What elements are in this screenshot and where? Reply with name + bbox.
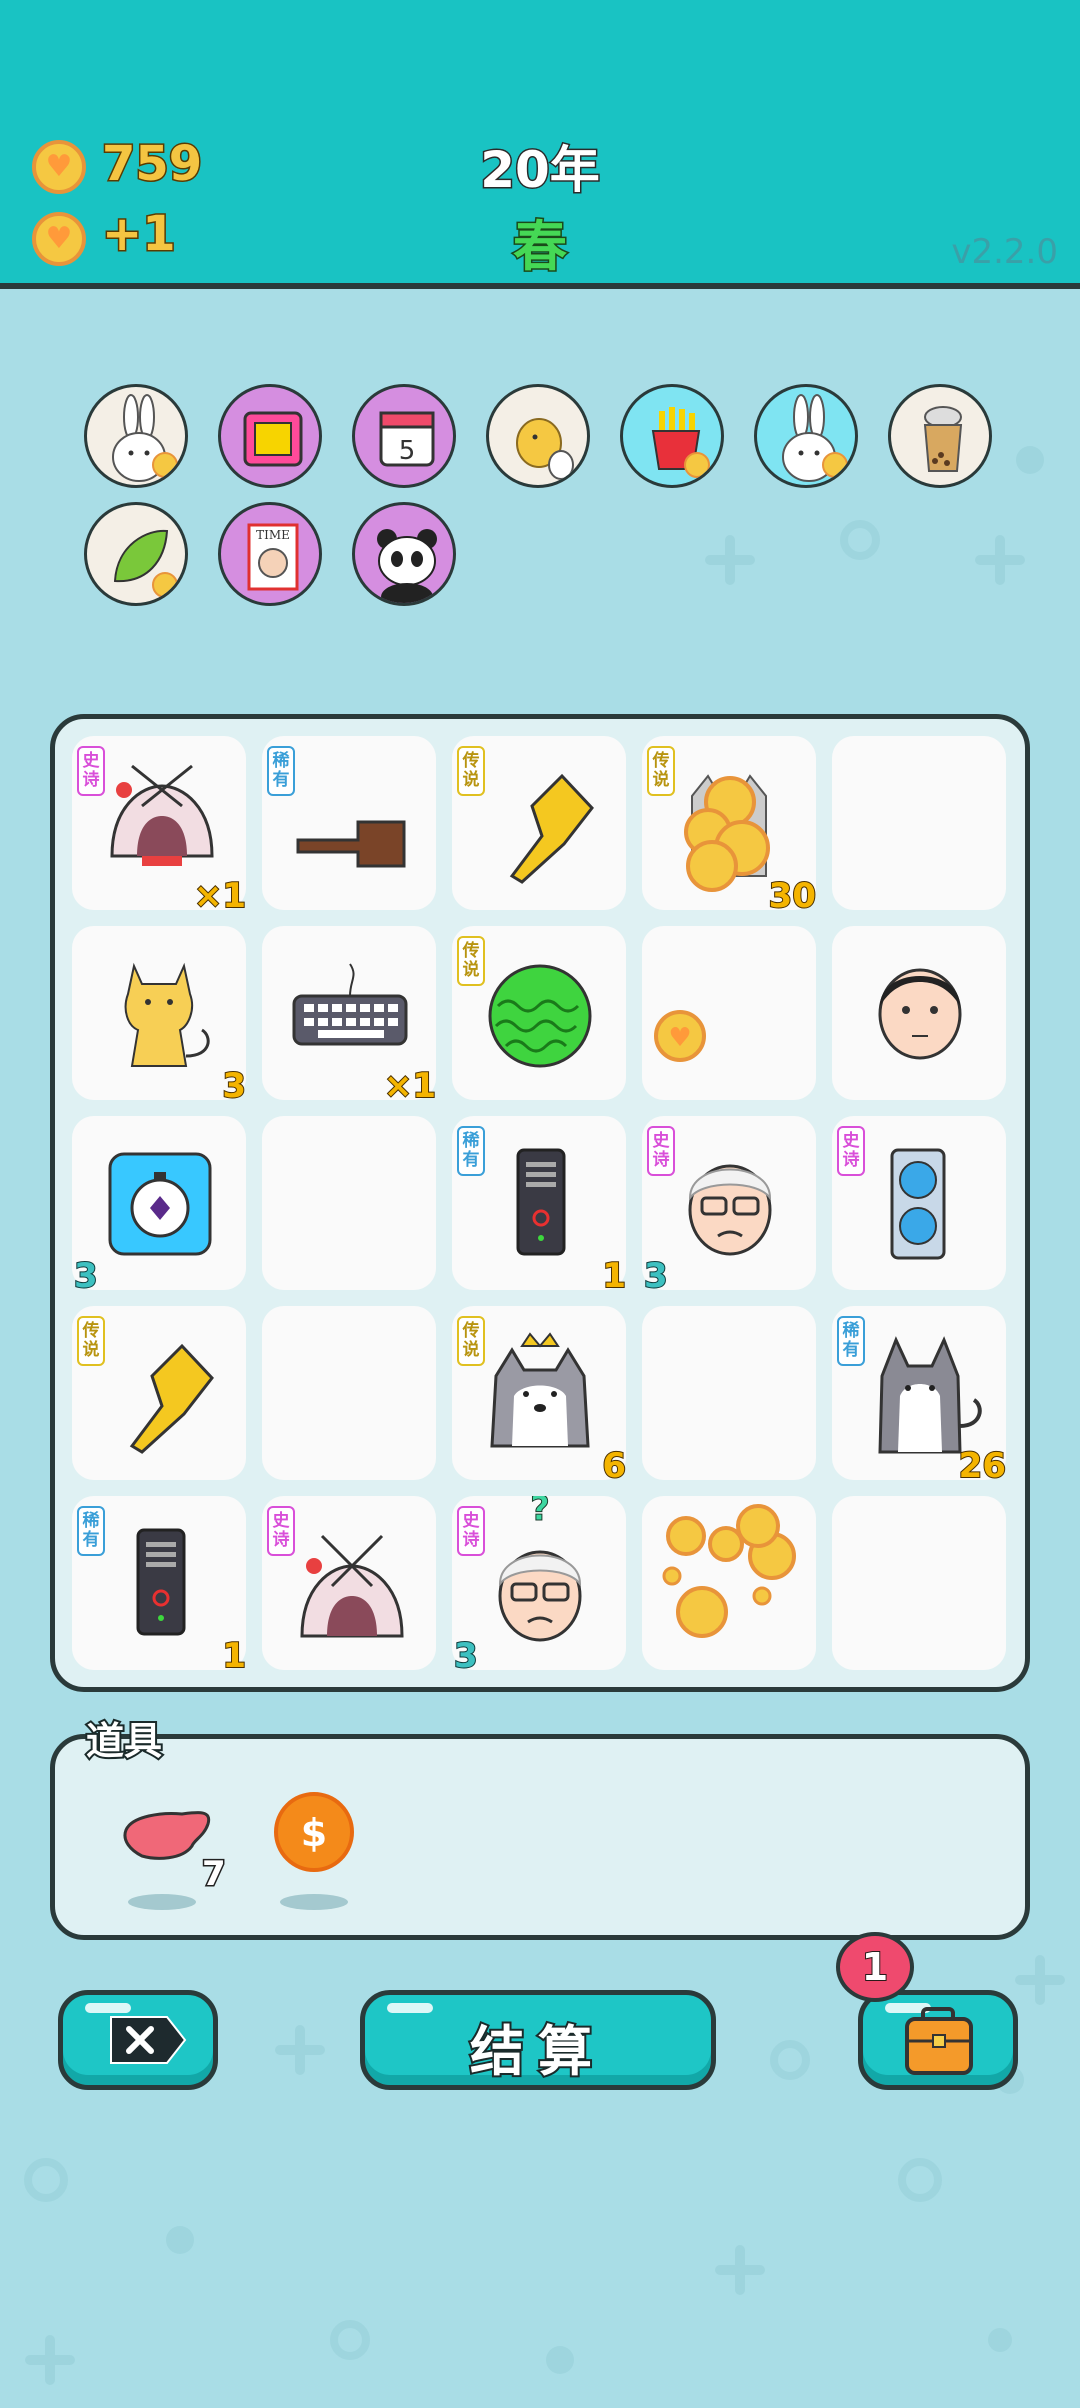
board-cell[interactable]: 3 bbox=[72, 926, 247, 1107]
man-face-icon bbox=[878, 968, 962, 1060]
board-cell[interactable]: 传说 6 bbox=[452, 1306, 627, 1487]
rarity-tag: 稀有 bbox=[77, 1506, 105, 1556]
board-cell-empty[interactable] bbox=[262, 1306, 436, 1480]
bag-badge: 1 bbox=[836, 1932, 914, 2002]
prop-dollar-coin[interactable]: $ bbox=[264, 1790, 364, 1910]
props-title: 道具 bbox=[84, 1717, 164, 1765]
rarity-tag: 传说 bbox=[457, 746, 485, 796]
item-count: 3 bbox=[643, 1255, 669, 1297]
grandpa-icon bbox=[498, 1550, 582, 1642]
leaf-icon bbox=[113, 529, 178, 598]
character-fries[interactable] bbox=[620, 384, 724, 488]
board-cell-empty[interactable] bbox=[642, 1306, 816, 1480]
stopwatch-icon bbox=[108, 1152, 212, 1256]
close-tag-icon bbox=[110, 2016, 187, 2064]
question-mark: ? bbox=[530, 1496, 550, 1529]
rarity-tag: 传说 bbox=[457, 1316, 485, 1366]
prop-count: 7 bbox=[201, 1853, 228, 1896]
time-label: TIME bbox=[256, 528, 290, 542]
board-cell[interactable]: 稀有 1 bbox=[452, 1116, 627, 1297]
calendar-day: 5 bbox=[399, 436, 416, 466]
coin-total: 759 bbox=[100, 135, 203, 194]
fries-icon bbox=[651, 407, 710, 478]
character-leaf[interactable] bbox=[84, 502, 188, 606]
board-cell[interactable]: 传说 bbox=[452, 736, 626, 910]
board-cell[interactable]: 史诗 3 bbox=[642, 1116, 816, 1297]
board-cell[interactable]: 3 bbox=[72, 1116, 246, 1297]
bunny-icon bbox=[112, 394, 178, 482]
bag-button[interactable] bbox=[858, 1990, 1018, 2090]
character-bunny[interactable] bbox=[84, 384, 188, 488]
heart-coin-icon bbox=[32, 212, 86, 266]
heart-coin-icon bbox=[32, 140, 86, 194]
item-count: 6 bbox=[601, 1445, 627, 1487]
coin-icon: ♥ bbox=[654, 1010, 706, 1062]
version-label: v2.2.0 bbox=[951, 232, 1058, 272]
character-tv[interactable] bbox=[218, 384, 322, 488]
board-cell[interactable]: 传说 30 bbox=[642, 736, 817, 917]
cat-icon bbox=[124, 962, 210, 1067]
board-cell[interactable]: ♥ bbox=[642, 926, 816, 1100]
year-label: 20年 bbox=[479, 140, 602, 201]
board-cell[interactable]: 传说 bbox=[452, 926, 626, 1100]
rarity-tag: 稀有 bbox=[457, 1126, 485, 1176]
rarity-tag: 传说 bbox=[457, 936, 485, 986]
character-bunny-2[interactable] bbox=[754, 384, 858, 488]
item-count: 1 bbox=[221, 1635, 247, 1677]
board-cell[interactable]: 史诗 bbox=[832, 1116, 1006, 1290]
board-cell[interactable] bbox=[832, 926, 1006, 1100]
character-calendar[interactable]: 5 bbox=[352, 384, 456, 488]
coin-income: +1 bbox=[101, 205, 178, 264]
board-cell[interactable]: 稀有 bbox=[262, 736, 436, 910]
settle-label: 结算 bbox=[468, 2018, 606, 2085]
settle-button[interactable]: 结算 bbox=[360, 1990, 716, 2090]
chick-egg-icon bbox=[516, 418, 574, 480]
rarity-tag: 史诗 bbox=[647, 1126, 675, 1176]
svg-text:♥: ♥ bbox=[668, 1023, 691, 1053]
item-count: 3 bbox=[453, 1635, 479, 1677]
item-count: 30 bbox=[768, 875, 817, 917]
svg-text:$: $ bbox=[301, 1811, 327, 1855]
panda-icon bbox=[377, 529, 437, 603]
coin-pile-icon bbox=[662, 1504, 796, 1638]
rarity-tag: 稀有 bbox=[837, 1316, 865, 1366]
top-bar: 759 +1 20年 春 v2.2.0 bbox=[0, 0, 1080, 289]
item-count: 3 bbox=[73, 1255, 99, 1297]
item-count: ×1 bbox=[383, 1065, 437, 1107]
item-count: 1 bbox=[601, 1255, 627, 1297]
item-count: ×1 bbox=[193, 875, 247, 917]
board-cell[interactable]: 史诗 ×1 bbox=[72, 736, 247, 917]
bunny-icon bbox=[782, 394, 848, 482]
item-count: 26 bbox=[958, 1445, 1007, 1487]
character-time-magazine[interactable]: TIME bbox=[218, 502, 322, 606]
rarity-tag: 史诗 bbox=[267, 1506, 295, 1556]
board-cell-empty[interactable] bbox=[262, 1116, 436, 1290]
rarity-tag: 史诗 bbox=[457, 1506, 485, 1556]
rarity-tag: 史诗 bbox=[77, 746, 105, 796]
tv-icon bbox=[243, 411, 303, 467]
rarity-tag: 稀有 bbox=[267, 746, 295, 796]
board-cell-empty[interactable] bbox=[832, 1496, 1006, 1670]
board-cell[interactable]: 传说 bbox=[72, 1306, 246, 1480]
dollar-coin-icon: $ bbox=[274, 1792, 354, 1910]
board-cell[interactable]: ×1 bbox=[262, 926, 437, 1107]
board-cell[interactable]: ? 史诗 3 bbox=[452, 1496, 626, 1677]
milk-tea-icon bbox=[923, 406, 963, 472]
board-cell[interactable] bbox=[642, 1496, 816, 1670]
rarity-tag: 传说 bbox=[647, 746, 675, 796]
prop-liver[interactable]: 7 bbox=[112, 1790, 232, 1910]
board-cell[interactable]: 史诗 bbox=[262, 1496, 436, 1670]
character-panda[interactable] bbox=[352, 502, 456, 606]
briefcase-icon bbox=[905, 2007, 973, 2075]
board-cell-empty[interactable] bbox=[832, 736, 1006, 910]
close-button[interactable] bbox=[58, 1990, 218, 2090]
character-milk-tea[interactable] bbox=[888, 384, 992, 488]
board-cell[interactable]: 稀有 26 bbox=[832, 1306, 1007, 1487]
rarity-tag: 史诗 bbox=[837, 1126, 865, 1176]
item-count: 3 bbox=[221, 1065, 247, 1107]
season-label: 春 bbox=[512, 214, 569, 280]
rarity-tag: 传说 bbox=[77, 1316, 105, 1366]
character-chick[interactable] bbox=[486, 384, 590, 488]
board-cell[interactable]: 稀有 1 bbox=[72, 1496, 247, 1677]
